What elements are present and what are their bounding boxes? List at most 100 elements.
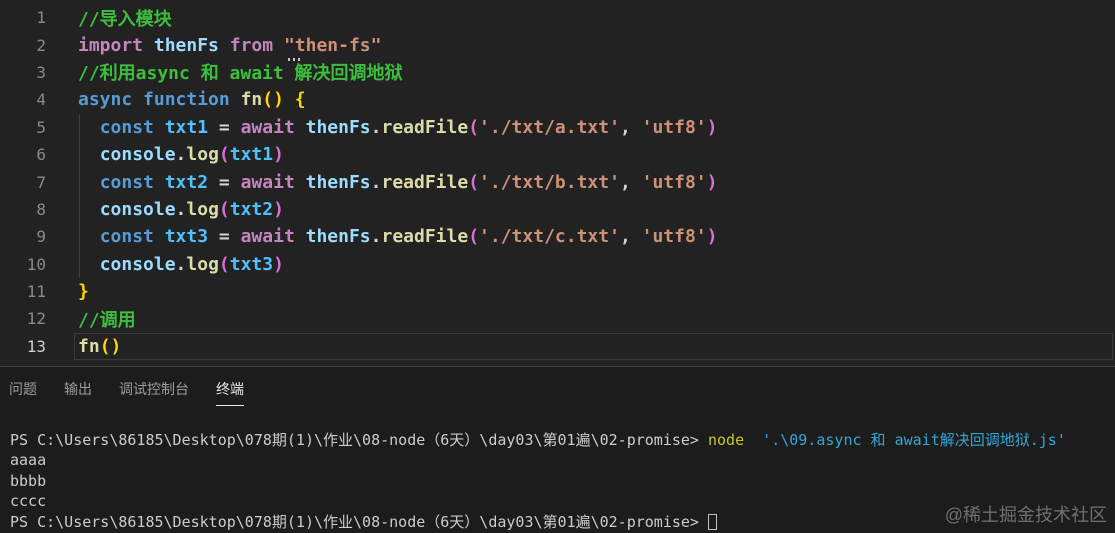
line-number: 12 xyxy=(26,309,46,329)
code-line-7[interactable]: 7 const txt2 = await thenFs.readFile('./… xyxy=(0,168,1115,196)
token-b2: ) xyxy=(706,226,718,248)
token-var: thenFs xyxy=(305,116,371,138)
code-line-1[interactable]: 1 //导入模块 xyxy=(0,4,1115,31)
line-number: 10 xyxy=(26,254,46,274)
token-b1: () xyxy=(99,335,122,357)
token-b1: } xyxy=(78,281,89,303)
token-cvar: txt3 xyxy=(164,226,209,248)
token-tc: '.\09.async 和 await解决回调地狱.js' xyxy=(762,431,1066,449)
line-number: 8 xyxy=(36,199,46,219)
panel-tab-output[interactable]: 输出 xyxy=(64,379,92,405)
code-line-3[interactable]: 3 //利用async 和 await 解决回调地狱 xyxy=(0,59,1115,86)
token-b2: ) xyxy=(273,144,284,166)
code-line-10[interactable]: 10 console.log(txt3) xyxy=(0,250,1115,278)
token-kwb: const xyxy=(99,171,154,193)
code-line-8[interactable]: 8 console.log(txt2) xyxy=(0,195,1115,224)
code-line-6[interactable]: 6 console.log(txt1) xyxy=(0,140,1115,169)
token-kwp: from xyxy=(229,34,274,56)
token-ty: node xyxy=(707,431,745,449)
token-var: console xyxy=(99,198,176,220)
token-tp: PS C:\Users\86185\Desktop\078期(1)\作业\08-… xyxy=(10,431,699,449)
token-var: console xyxy=(99,253,176,275)
code-text: async function fn() { xyxy=(78,89,306,110)
code-text: console.log(txt3) xyxy=(78,254,284,275)
vscode-window: 1 //导入模块 2 import thenFs from "then-fs" 3 //利… xyxy=(0,0,1115,533)
code-line-4[interactable]: 4 async function fn() { xyxy=(0,86,1115,113)
indent-guide xyxy=(79,140,80,169)
token-b2: ( xyxy=(468,116,480,138)
token-b2: ( xyxy=(468,226,480,248)
panel-tabs: 问题 输出 调试控制台 终端 xyxy=(0,367,1115,406)
code-line-13[interactable]: 13 fn() xyxy=(0,332,1115,361)
code-line-9[interactable]: 9 const txt3 = await thenFs.readFile('./… xyxy=(0,223,1115,251)
token-kwp: await xyxy=(240,171,295,193)
line-number: 3 xyxy=(36,62,46,82)
watermark: @稀土掘金技术社区 xyxy=(944,505,1107,525)
token-plain: = xyxy=(208,171,241,193)
code-text: import thenFs from "then-fs" xyxy=(78,35,382,56)
token-plain: . xyxy=(370,116,382,138)
token-tp: PS C:\Users\86185\Desktop\078期(1)\作业\08-… xyxy=(10,513,699,532)
code-text: const txt2 = await thenFs.readFile('./tx… xyxy=(78,172,718,193)
code-text: //导入模块 xyxy=(78,5,172,31)
token-kwp: await xyxy=(240,116,295,138)
token-string: 'utf8' xyxy=(641,226,707,248)
token-var: thenFs xyxy=(305,226,371,248)
token-var: thenFs xyxy=(153,34,219,56)
token-string: './txt/b.txt' xyxy=(479,171,620,193)
indent-guide xyxy=(79,195,80,224)
indent-guide xyxy=(79,223,80,251)
token-string: './txt/c.txt' xyxy=(479,226,620,248)
token-var: thenFs xyxy=(305,171,371,193)
token-comment: //利用async 和 await 解决回调地狱 xyxy=(78,63,403,85)
code-text: console.log(txt2) xyxy=(78,199,284,220)
token-b1: () xyxy=(262,89,284,111)
code-line-12[interactable]: 12 //调用 xyxy=(0,305,1115,332)
code-text: } xyxy=(78,281,89,302)
token-tp: aaaa xyxy=(10,451,47,470)
code-line-11[interactable]: 11} xyxy=(0,278,1115,305)
token-fn: log xyxy=(186,198,219,220)
token-kwb: function xyxy=(143,89,230,111)
token-kwb: async xyxy=(78,89,133,111)
token-plain: . xyxy=(370,171,382,193)
code-line-5[interactable]: 5 const txt1 = await thenFs.readFile('./… xyxy=(0,113,1115,141)
token-b2: ( xyxy=(218,198,230,220)
line-number: 13 xyxy=(26,336,46,356)
token-kwb: const xyxy=(99,226,154,248)
module-hint-token: "then-fs" xyxy=(283,34,382,56)
token-comment: //导入模块 xyxy=(78,8,172,30)
token-kwp: import xyxy=(78,34,144,56)
token-plain: = xyxy=(208,116,241,138)
indent-guide xyxy=(79,113,80,141)
panel-tab-debug-console[interactable]: 调试控制台 xyxy=(119,379,189,405)
indent-guide xyxy=(79,168,80,196)
code-editor[interactable]: 1 //导入模块 2 import thenFs from "then-fs" 3 //利… xyxy=(0,0,1115,366)
panel-tab-problems[interactable]: 问题 xyxy=(9,379,37,405)
line-number: 9 xyxy=(36,227,46,247)
token-b2: ( xyxy=(218,253,230,275)
panel-tab-terminal[interactable]: 终端 xyxy=(216,379,244,406)
code-text: const txt1 = await thenFs.readFile('./tx… xyxy=(78,117,718,138)
code-line-2[interactable]: 2 import thenFs from "then-fs" xyxy=(0,31,1115,58)
token-b1: { xyxy=(294,89,306,111)
token-string: 'utf8' xyxy=(641,116,707,138)
token-fn: fn xyxy=(78,335,100,357)
line-number: 6 xyxy=(36,145,46,165)
token-b2: ) xyxy=(273,253,284,275)
line-number: 11 xyxy=(26,282,46,302)
code-text: //调用 xyxy=(78,306,136,332)
token-var: console xyxy=(99,144,176,166)
token-comment: //调用 xyxy=(78,309,136,331)
terminal-line-1: PS C:\Users\86185\Desktop\078期(1)\作业\08-… xyxy=(10,430,1115,450)
token-string: './txt/a.txt' xyxy=(479,116,620,138)
token-b2: ( xyxy=(468,171,480,193)
token-cvar: txt1 xyxy=(229,144,274,166)
